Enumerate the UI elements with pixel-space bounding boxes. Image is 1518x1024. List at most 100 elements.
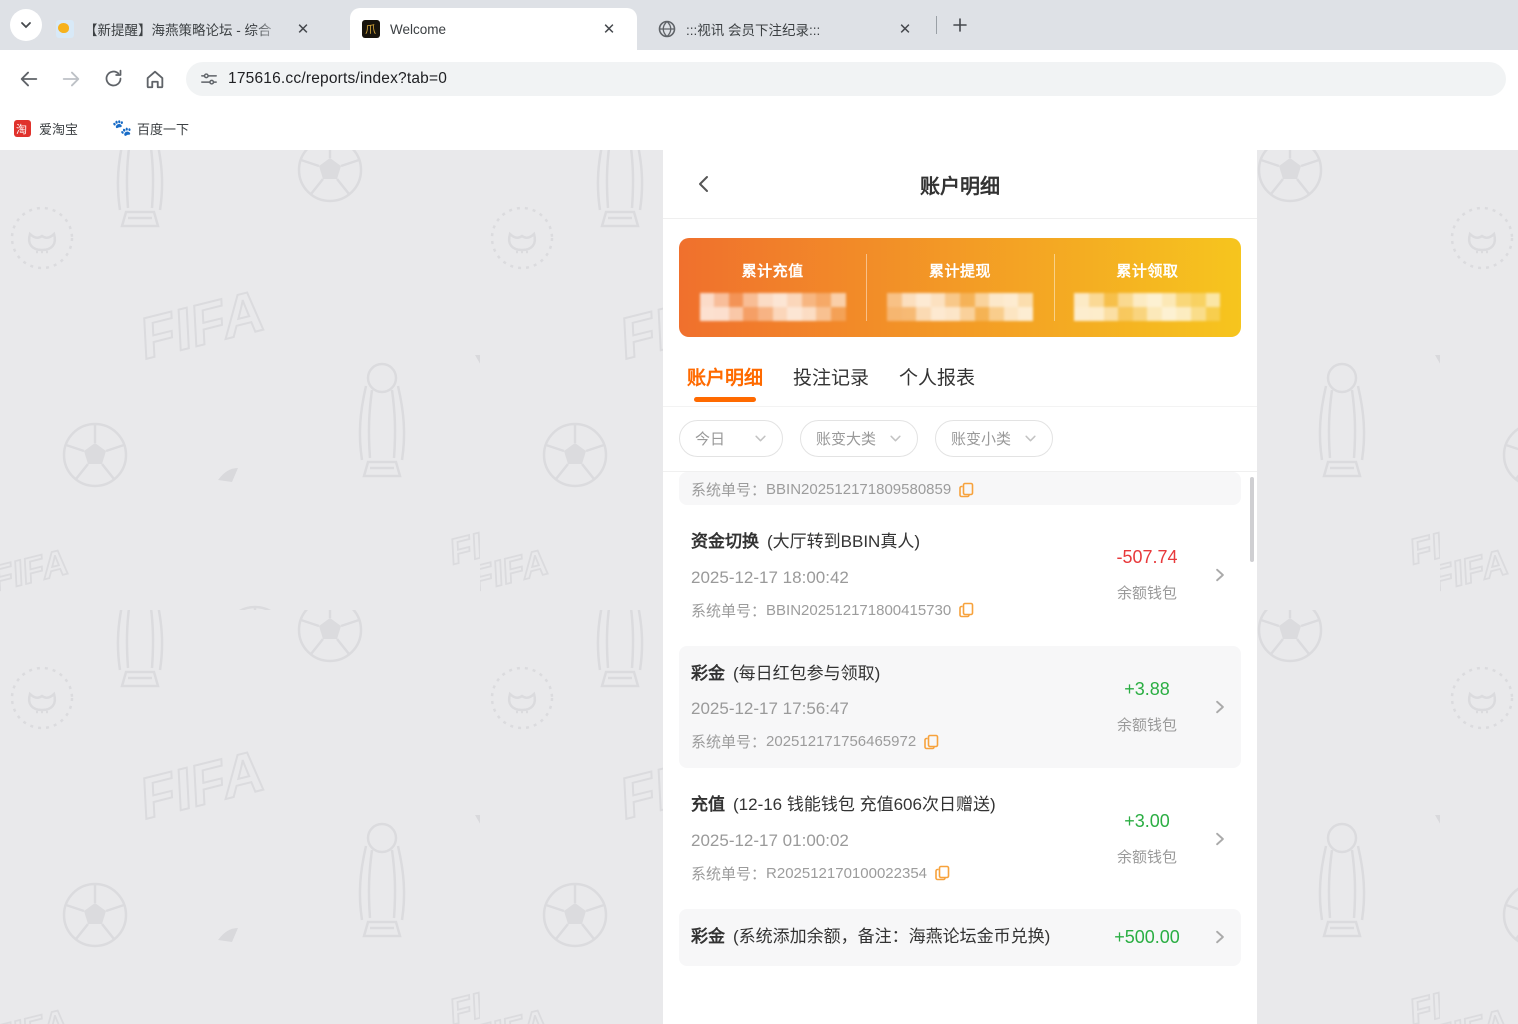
chevron-down-icon (754, 432, 767, 445)
transaction-info: 充值 (12-16 钱能钱包 充值606次日赠送) 2025-12-17 01:00… (691, 793, 1091, 884)
transaction-title: 彩金 (每日红包参与领取) (691, 662, 1091, 687)
chevron-right-icon (1213, 696, 1227, 718)
bookmarks-bar: 爱淘宝 🐾百度一下 (0, 107, 1518, 150)
site-settings-icon[interactable] (200, 70, 218, 88)
browser-tab-1[interactable]: 【新提醒】海燕策略论坛 - 综合 ✕ (44, 8, 340, 50)
transaction-note: (每日红包参与领取) (733, 664, 880, 683)
forward-button[interactable] (54, 62, 88, 96)
transaction-type: 充值 (691, 795, 725, 814)
reload-button[interactable] (96, 62, 130, 96)
censored-value (700, 293, 846, 321)
forward-arrow-icon (60, 68, 82, 90)
bookmark-label: 爱淘宝 (39, 119, 78, 138)
amount-value: +3.00 (1124, 811, 1170, 832)
tab-personal-report[interactable]: 个人报表 (899, 363, 975, 406)
forum-favicon-icon (56, 20, 74, 38)
order-number: BBIN202512171800415730 (766, 602, 951, 619)
transaction-note: (大厅转到BBIN真人) (767, 532, 920, 551)
order-label: 系统单号： (691, 863, 766, 884)
transaction-info: 彩金(系统添加余额，备注：海燕论坛金币兑换) (691, 925, 1091, 950)
tab-title: Welcome (390, 22, 590, 37)
transaction-order: 系统单号：BBIN202512171809580859 (691, 479, 1091, 500)
tab-account-detail[interactable]: 账户明细 (687, 363, 763, 406)
chevron-right-icon[interactable] (1213, 828, 1227, 850)
tab-close-icon[interactable]: ✕ (896, 20, 914, 38)
copy-icon[interactable] (959, 482, 974, 498)
transaction-type: 彩金 (691, 664, 725, 683)
chevron-right-icon[interactable] (1213, 926, 1227, 948)
censored-value (887, 293, 1033, 321)
back-chevron-button[interactable] (691, 171, 717, 197)
copy-icon[interactable] (924, 734, 939, 750)
back-arrow-icon (18, 68, 40, 90)
transaction-title: 彩金(系统添加余额，备注：海燕论坛金币兑换) (691, 925, 1091, 950)
page-content: FIFA FIFA (0, 150, 1518, 1024)
transaction-amount-col: +500.00 (1091, 927, 1203, 948)
copy-icon[interactable] (959, 602, 974, 618)
transaction-amount-col: -507.74 余额钱包 (1091, 547, 1203, 603)
tab-title: 【新提醒】海燕策略论坛 - 综合 (84, 19, 284, 39)
filter-dropdown-3[interactable]: 账变小类 (935, 420, 1053, 457)
transaction-order: 系统单号：202512171756465972 (691, 731, 1091, 752)
chevron-down-icon (889, 432, 902, 445)
copy-icon[interactable] (935, 865, 950, 881)
amount-value: +500.00 (1114, 927, 1180, 948)
transaction-note: (系统添加余额，备注：海燕论坛金币兑换) (733, 927, 1050, 946)
transaction-time: 2025-12-17 17:56:47 (691, 699, 1091, 719)
tab-search-button[interactable] (10, 9, 42, 41)
new-tab-button[interactable] (946, 11, 974, 39)
address-bar[interactable]: 175616.cc/reports/index?tab=0 (186, 62, 1506, 96)
filter-dropdown-2[interactable]: 账变大类 (800, 420, 918, 457)
back-button[interactable] (12, 62, 46, 96)
summary-label: 累计提现 (929, 260, 991, 281)
filter-dropdown-1[interactable]: 今日 (679, 420, 783, 457)
tab-close-icon[interactable]: ✕ (600, 20, 618, 38)
summary-label: 累计充值 (742, 260, 804, 281)
order-label: 系统单号： (691, 600, 766, 621)
chevron-down-icon (754, 432, 767, 445)
filter-label: 今日 (695, 428, 725, 449)
transaction-row[interactable]: 资金切换 (大厅转到BBIN真人) 2025-12-17 18:00:42 系统单号：… (663, 514, 1257, 637)
url-text[interactable]: 175616.cc/reports/index?tab=0 (228, 70, 447, 88)
wallet-label: 余额钱包 (1117, 714, 1177, 735)
transaction-type: 资金切换 (691, 532, 759, 551)
browser-toolbar: 175616.cc/reports/index?tab=0 (0, 50, 1518, 107)
home-icon (144, 68, 166, 90)
transaction-row[interactable]: 彩金(系统添加余额，备注：海燕论坛金币兑换) +500.00 (679, 909, 1241, 966)
bookmark-2[interactable]: 🐾百度一下 (112, 119, 189, 138)
filter-label: 账变小类 (951, 428, 1011, 449)
transaction-info: 系统单号：BBIN202512171809580859 (691, 488, 1091, 500)
transaction-note: (12-16 钱能钱包 充值606次日赠送) (733, 795, 996, 814)
summary-col-3: 累计领取 (1054, 238, 1241, 337)
chevron-left-icon (694, 174, 714, 194)
order-label: 系统单号： (691, 479, 766, 500)
home-button[interactable] (138, 62, 172, 96)
transaction-row[interactable]: 充值 (12-16 钱能钱包 充值606次日赠送) 2025-12-17 01:00… (663, 777, 1257, 900)
browser-tab-2[interactable]: Welcome ✕ (350, 8, 637, 50)
transaction-time: 2025-12-17 01:00:02 (691, 831, 1091, 851)
panel-header: 账户明细 (663, 150, 1257, 219)
browser-tab-3[interactable]: :::视讯 会员下注纪录:::✕ (646, 8, 931, 50)
order-number: BBIN202512171809580859 (766, 481, 951, 498)
chevron-down-icon (19, 18, 33, 32)
chevron-down-icon (1024, 432, 1037, 445)
wallet-label: 余额钱包 (1117, 582, 1177, 603)
chevron-right-icon[interactable] (1213, 564, 1227, 586)
transaction-time: 2025-12-17 18:00:42 (691, 568, 1091, 588)
plus-icon (952, 17, 968, 33)
summary-col-1: 累计充值 (679, 238, 866, 337)
transaction-info: 资金切换 (大厅转到BBIN真人) 2025-12-17 18:00:42 系统单号：… (691, 530, 1091, 621)
summary-col-2: 累计提现 (866, 238, 1053, 337)
amount-value: -507.74 (1116, 547, 1177, 568)
tab-close-icon[interactable]: ✕ (294, 20, 312, 38)
transaction-row[interactable]: 系统单号：BBIN202512171809580859 (679, 472, 1241, 505)
wallet-label: 余额钱包 (1117, 846, 1177, 867)
summary-card: 累计充值 累计提现 累计领取 (679, 238, 1241, 337)
chevron-right-icon[interactable] (1213, 696, 1227, 718)
chevron-right-icon (1213, 828, 1227, 850)
transaction-title: 资金切换 (大厅转到BBIN真人) (691, 530, 1091, 555)
bookmark-1[interactable]: 爱淘宝 (14, 119, 78, 138)
transaction-row[interactable]: 彩金 (每日红包参与领取) 2025-12-17 17:56:47 系统单号：2025… (679, 646, 1241, 769)
account-detail-panel: 账户明细 累计充值累计提现累计领取 账户明细投注记录个人报表 今日账变大类账变小… (663, 150, 1257, 1024)
tab-bet-records[interactable]: 投注记录 (793, 363, 869, 406)
